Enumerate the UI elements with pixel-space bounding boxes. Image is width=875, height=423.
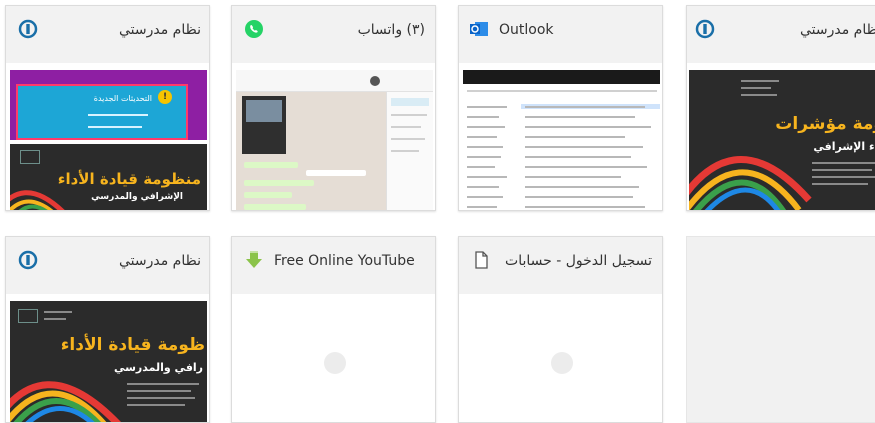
logo-icon [20, 150, 40, 164]
slide-text-lines [812, 162, 875, 190]
tile-thumbnail-loading [236, 301, 433, 422]
slide-subtitle: رافي والمدرسي [113, 361, 203, 374]
document-icon [475, 251, 488, 269]
slide-text-lines [741, 80, 781, 101]
tile-header: نظام مدرستي [6, 237, 209, 294]
tile-title: Free Online YouTube [274, 253, 415, 269]
slide-text-lines [44, 311, 74, 325]
tile-thumbnail: ! التحديثات الجديدة منظومة قيادة الأداء … [10, 70, 207, 210]
tile-thumbnail-loading [463, 301, 660, 422]
slide-headline: ظومة قيادة الأداء [60, 335, 205, 355]
tile-thumbnail: ومة مؤشرات داء الإشرافي [689, 70, 875, 210]
tile-title: Outlook [499, 22, 554, 38]
tile-thumbnail: ظومة قيادة الأداء رافي والمدرسي [10, 301, 207, 422]
madrasati-icon [18, 250, 38, 270]
tile-header: (٣) واتساب [232, 6, 435, 63]
download-arrow-icon [246, 251, 262, 268]
slide-subtitle: داء الإشرافي [813, 140, 875, 153]
whatsapp-chat-area [236, 92, 386, 210]
tile-youtube-download[interactable]: Free Online YouTube [231, 236, 436, 423]
tile-madrasati-3[interactable]: نظام مدرستي ظومة قيادة الأداء رافي والمد… [5, 236, 210, 423]
tile-header: نظام مدرستي [687, 6, 875, 63]
tile-thumbnail [236, 70, 433, 210]
tile-outlook[interactable]: Outlook [458, 5, 663, 211]
tile-title: تسجيل الدخول - حسابات Google [502, 253, 652, 269]
slide-text-lines [127, 383, 201, 411]
whatsapp-icon [245, 20, 263, 38]
tile-title: نظام مدرستي [119, 253, 201, 269]
tile-whatsapp[interactable]: (٣) واتساب [231, 5, 436, 211]
madrasati-icon [695, 19, 715, 39]
tile-header: تسجيل الدخول - حسابات Google [459, 237, 662, 294]
slide-headline: ومة مؤشرات [775, 114, 875, 134]
tile-madrasati-2[interactable]: نظام مدرستي ! التحديثات الجديدة منظومة ق… [5, 5, 210, 211]
logo-icon [18, 309, 38, 323]
madrasati-icon [18, 19, 38, 39]
notification-box: ! التحديثات الجديدة [16, 84, 188, 140]
outlook-toolbar [463, 70, 660, 84]
tile-title: (٣) واتساب [357, 22, 425, 38]
tile-thumbnail [463, 70, 660, 210]
tile-madrasati-1[interactable]: نظام مدرستي ومة مؤشرات داء الإشرافي [686, 5, 875, 211]
slide-headline: منظومة قيادة الأداء [57, 170, 201, 188]
slide-subtitle: الإشرافي والمدرسي [91, 192, 183, 202]
outlook-icon [470, 22, 488, 36]
loading-placeholder [323, 351, 346, 374]
tile-title: نظام مدرستي [119, 22, 201, 38]
tile-empty [686, 236, 875, 423]
tile-header: نظام مدرستي [6, 6, 209, 63]
notification-title: التحديثات الجديدة [93, 94, 152, 103]
tile-header: Outlook [459, 6, 662, 63]
loading-placeholder [550, 351, 573, 374]
whatsapp-sidebar [386, 92, 433, 210]
tile-header: Free Online YouTube [232, 237, 435, 294]
tile-google-login[interactable]: تسجيل الدخول - حسابات Google [458, 236, 663, 423]
tile-title: نظام مدرستي [800, 22, 875, 38]
warning-icon: ! [158, 90, 172, 104]
